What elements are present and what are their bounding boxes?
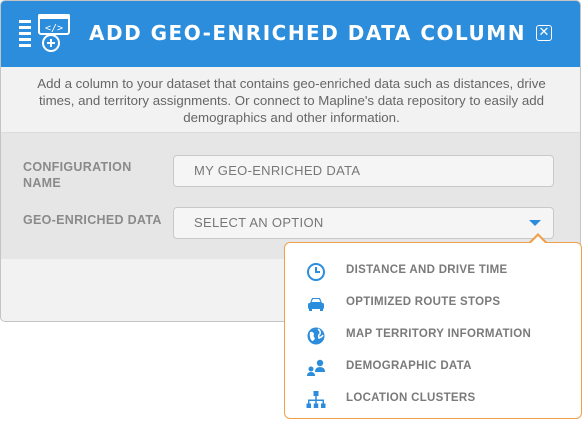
clock-icon — [307, 263, 325, 281]
dialog-header: </> ADD GEO-ENRICHED DATA COLUMN ✕ — [1, 1, 580, 67]
close-icon[interactable]: ✕ — [536, 25, 552, 41]
option-label: MAP TERRITORY INFORMATION — [346, 328, 532, 340]
caret-down-icon — [529, 220, 541, 226]
configuration-name-label: CONFIGURATION NAME — [23, 160, 132, 190]
configuration-name-input[interactable]: MY GEO-ENRICHED DATA — [173, 155, 554, 187]
geo-enriched-data-select-value: SELECT AN OPTION — [194, 215, 324, 230]
option-label: DISTANCE AND DRIVE TIME — [346, 264, 508, 276]
option-distance-drive-time[interactable]: DISTANCE AND DRIVE TIME — [301, 259, 571, 285]
dialog-form: CONFIGURATION NAME MY GEO-ENRICHED DATA … — [1, 133, 580, 259]
globe-icon — [307, 327, 325, 345]
geo-enriched-data-select[interactable]: SELECT AN OPTION — [173, 207, 554, 239]
geo-data-column-icon: </> — [19, 14, 70, 52]
geo-enriched-data-label: GEO-ENRICHED DATA — [23, 213, 162, 227]
option-label: OPTIMIZED ROUTE STOPS — [346, 296, 501, 308]
option-label: LOCATION CLUSTERS — [346, 392, 476, 404]
option-demographic-data[interactable]: DEMOGRAPHIC DATA — [301, 355, 571, 381]
option-label: DEMOGRAPHIC DATA — [346, 360, 472, 372]
dialog-description: Add a column to your dataset that contai… — [1, 67, 580, 133]
option-optimized-route-stops[interactable]: OPTIMIZED ROUTE STOPS — [301, 291, 571, 317]
option-location-clusters[interactable]: LOCATION CLUSTERS — [301, 387, 571, 413]
car-icon — [308, 298, 324, 311]
dialog-title: ADD GEO-ENRICHED DATA COLUMN — [89, 21, 526, 45]
svg-text:</>: </> — [45, 23, 63, 34]
hierarchy-icon — [306, 391, 326, 408]
people-icon — [307, 359, 325, 376]
geo-data-options-dropdown: DISTANCE AND DRIVE TIME OPTIMIZED ROUTE … — [284, 233, 582, 419]
option-map-territory-information[interactable]: MAP TERRITORY INFORMATION — [301, 323, 571, 349]
